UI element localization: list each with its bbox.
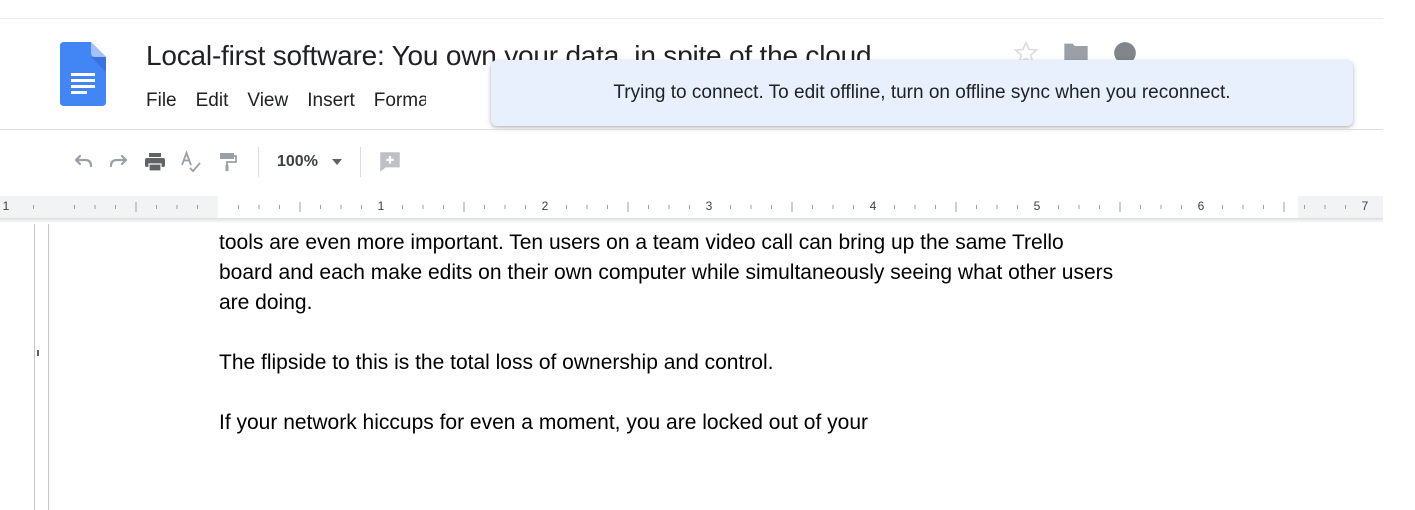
spellcheck-icon[interactable] bbox=[174, 145, 208, 179]
ruler-label: 7 bbox=[1361, 199, 1369, 213]
document-line: If your network hiccups for even a momen… bbox=[219, 411, 868, 434]
toast-message: Trying to connect. To edit offline, turn… bbox=[613, 82, 1231, 103]
menu-view[interactable]: View bbox=[247, 90, 288, 112]
document-line: board and each make edits on their own c… bbox=[219, 261, 1114, 284]
menu-bar: File Edit View Insert Format bbox=[146, 90, 426, 112]
zoom-value: 100% bbox=[277, 153, 318, 170]
document-body[interactable]: tools are even more important. Ten users… bbox=[219, 228, 1319, 438]
horizontal-ruler[interactable]: 1 1 2 3 4 5 6 7 bbox=[0, 196, 1383, 218]
add-comment-icon[interactable] bbox=[373, 145, 407, 179]
print-icon[interactable] bbox=[138, 145, 172, 179]
docs-logo-icon[interactable] bbox=[60, 42, 106, 106]
ruler-label: 2 bbox=[541, 199, 549, 213]
menu-edit[interactable]: Edit bbox=[196, 90, 229, 112]
redo-icon[interactable] bbox=[102, 145, 136, 179]
vertical-ruler[interactable] bbox=[34, 224, 49, 510]
ruler-shadow bbox=[0, 218, 1383, 223]
header-divider bbox=[0, 129, 1383, 130]
vertical-ruler-marker bbox=[37, 350, 39, 356]
paint-format-icon[interactable] bbox=[210, 145, 244, 179]
docs-window: Local-first software: You own your data,… bbox=[0, 0, 1415, 510]
offline-toast: Trying to connect. To edit offline, turn… bbox=[491, 60, 1353, 126]
ruler-label: 3 bbox=[705, 199, 713, 213]
document-line: The flipside to this is the total loss o… bbox=[219, 351, 774, 374]
chevron-down-icon bbox=[331, 159, 342, 165]
ruler-label: 5 bbox=[1033, 199, 1041, 213]
top-divider bbox=[0, 18, 1383, 19]
menu-insert[interactable]: Insert bbox=[307, 90, 355, 112]
undo-icon[interactable] bbox=[66, 145, 100, 179]
ruler-ticks bbox=[33, 202, 1346, 212]
document-line: tools are even more important. Ten users… bbox=[219, 231, 1064, 254]
menu-format[interactable]: Format bbox=[374, 90, 426, 112]
toolbar-separator bbox=[359, 147, 361, 177]
ruler-label: 6 bbox=[1197, 199, 1205, 213]
ruler-label: 4 bbox=[869, 199, 877, 213]
ruler-label: 1 bbox=[2, 199, 10, 213]
ruler-label: 1 bbox=[377, 199, 385, 213]
toolbar-separator bbox=[258, 147, 259, 177]
zoom-select[interactable]: 100% bbox=[271, 153, 348, 171]
document-line: are doing. bbox=[219, 291, 313, 314]
menu-file[interactable]: File bbox=[146, 90, 177, 112]
toolbar: 100% bbox=[66, 145, 409, 179]
